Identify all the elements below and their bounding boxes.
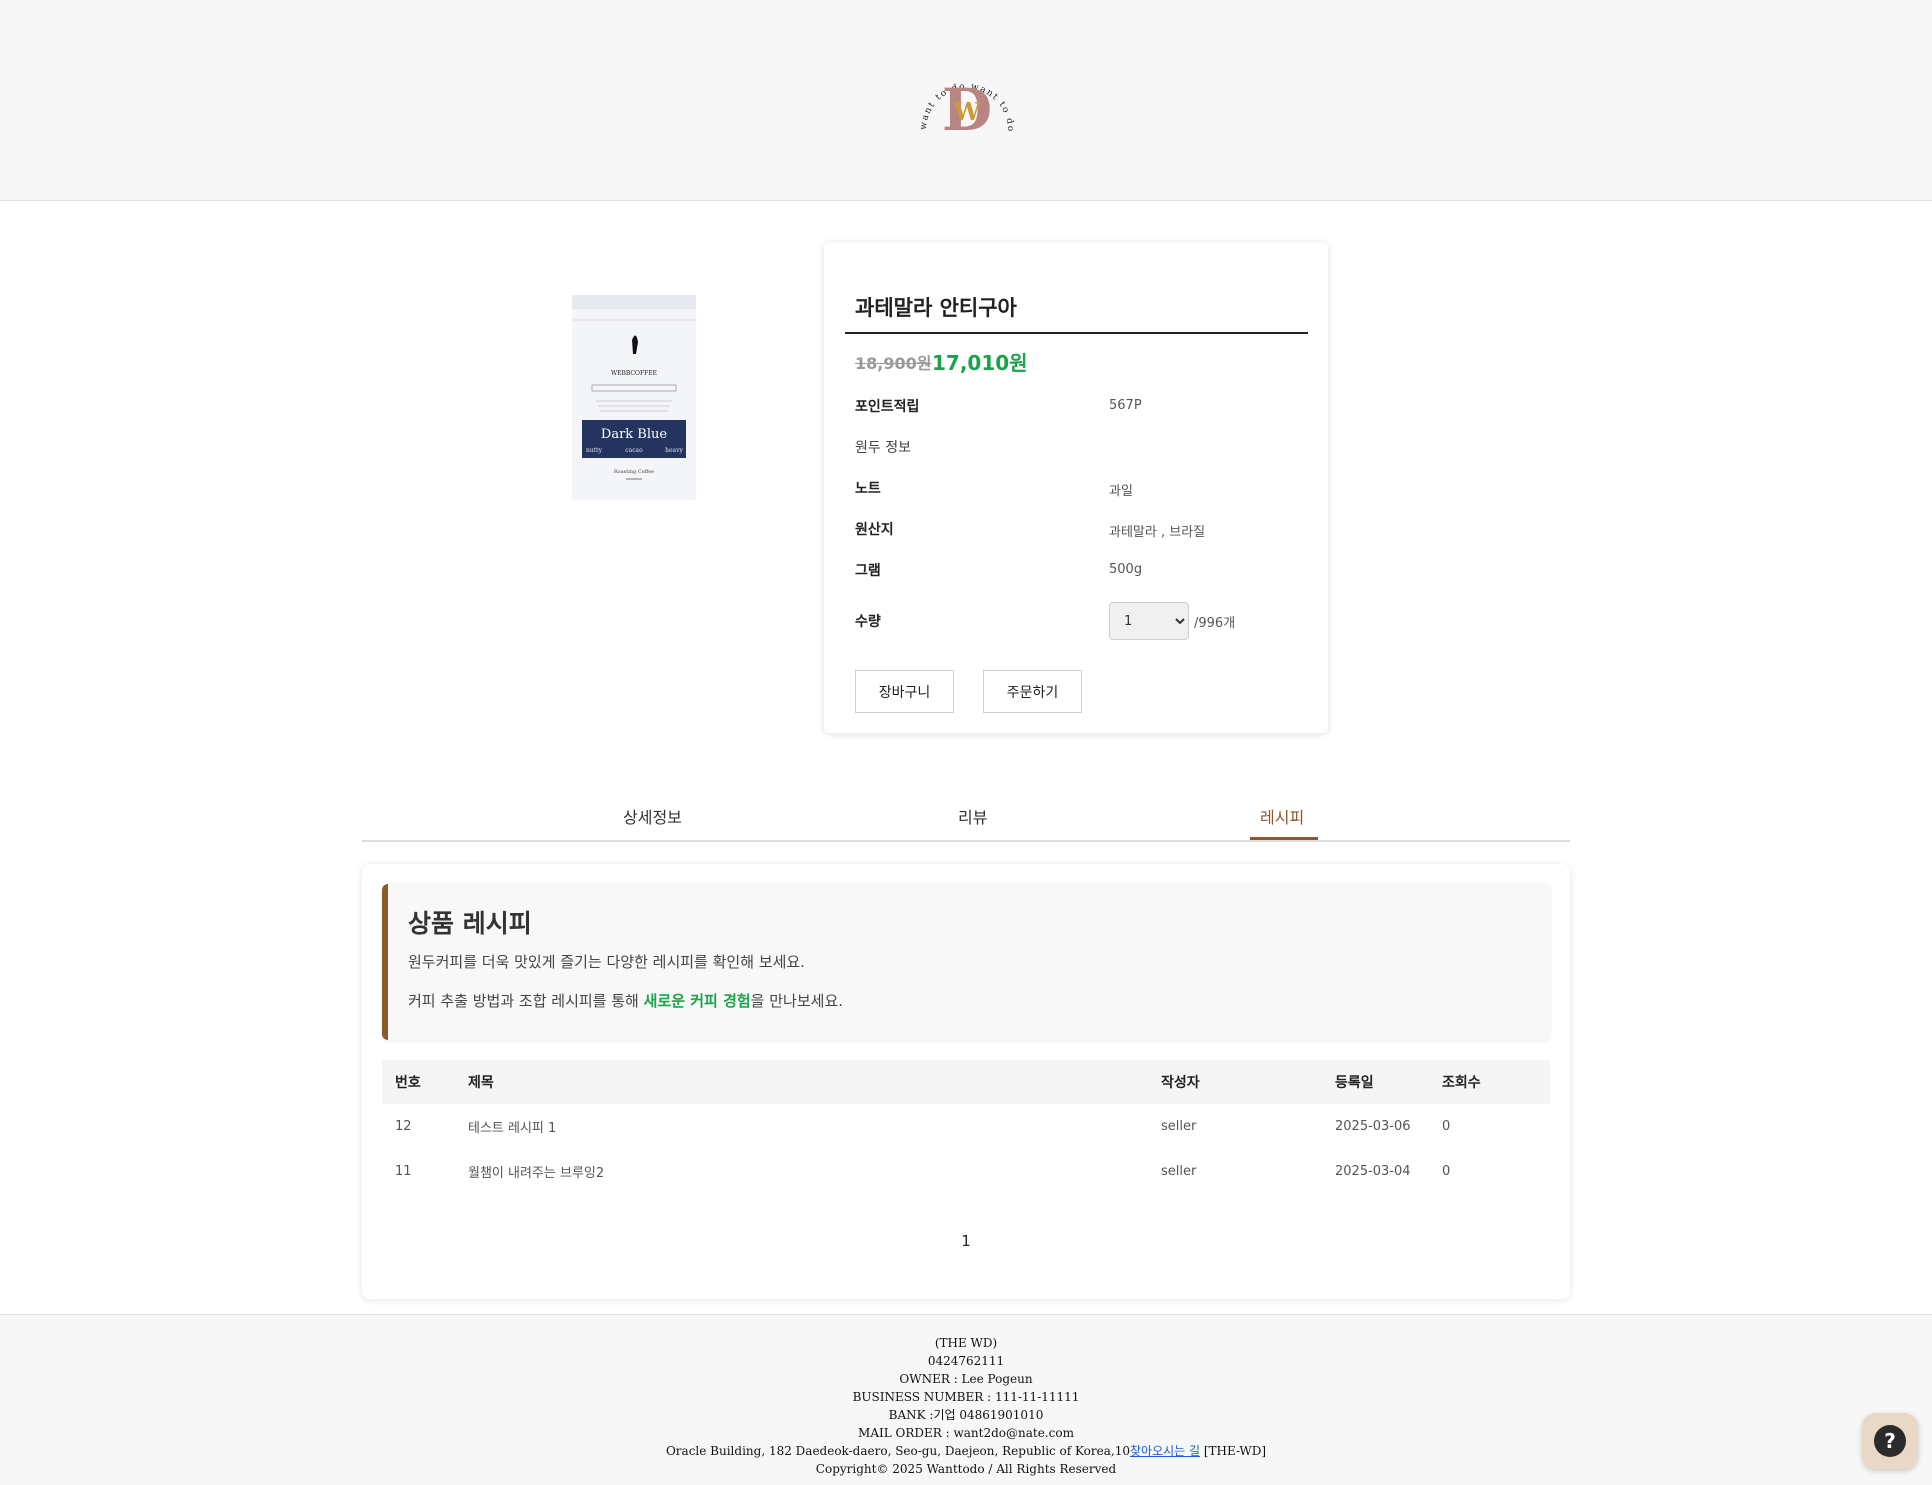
table-row[interactable]: 11 월챔이 내려주는 브루잉2 seller 2025-03-04 0 <box>382 1149 1550 1194</box>
original-price: 18,900원 <box>855 354 932 373</box>
footer-phone: 0424762111 <box>927 1354 1005 1368</box>
row-date: 2025-03-06 <box>1335 1119 1411 1134</box>
tab-reviews[interactable]: 리뷰 <box>958 804 987 828</box>
svg-text:cacao: cacao <box>625 447 643 454</box>
svg-text:?: ? <box>1884 1429 1896 1453</box>
note-value: 과일 <box>1109 484 1133 499</box>
svg-text:W: W <box>953 97 982 126</box>
table-header-row: 번호 제목 작성자 등록일 조회수 <box>382 1060 1550 1104</box>
column-writer: 작성자 <box>1161 1060 1335 1104</box>
product-tabs: 상세정보 리뷰 레시피 <box>362 790 1570 842</box>
column-number: 번호 <box>382 1060 468 1104</box>
recipe-description-2: 커피 추출 방법과 조합 레시피를 통해 새로운 커피 경험을 만나보세요. <box>408 992 844 1010</box>
sale-price: 17,010원 <box>932 351 1028 375</box>
title-divider <box>845 332 1308 334</box>
add-to-cart-button[interactable]: 장바구니 <box>855 670 954 713</box>
row-title-link[interactable]: 테스트 레시피 1 <box>468 1104 1161 1149</box>
points-value: 567P <box>1109 398 1142 413</box>
footer-owner: OWNER : Lee Pogeun <box>899 1372 1033 1386</box>
pagination: 1 <box>362 1232 1570 1250</box>
points-label: 포인트적립 <box>855 399 920 415</box>
wd-logo-icon[interactable]: want to do want to do want to do D W <box>907 41 1022 144</box>
svg-text:heavy: heavy <box>665 447 683 454</box>
highlight-text: 새로운 커피 경험 <box>643 992 751 1010</box>
product-title: 과테말라 안티구아 <box>855 296 1017 320</box>
origin-label: 원산지 <box>855 522 894 538</box>
bean-info-label: 원두 정보 <box>855 440 911 456</box>
recipe-table: 번호 제목 작성자 등록일 조회수 12 테스트 레시피 1 seller 20… <box>382 1060 1550 1194</box>
svg-text:Dark Blue: Dark Blue <box>601 427 667 442</box>
svg-text:WEBBCOFFEE: WEBBCOFFEE <box>611 370 657 377</box>
recipe-title: 상품 레시피 <box>408 909 532 938</box>
row-writer: seller <box>1161 1119 1197 1134</box>
recipe-description: 원두커피를 더욱 맛있게 즐기는 다양한 레시피를 확인해 보세요. <box>408 953 805 971</box>
row-number: 12 <box>395 1119 412 1134</box>
directions-link[interactable]: 찾아오시는 길 <box>1130 1444 1200 1458</box>
recipe-panel: 상품 레시피 원두커피를 더욱 맛있게 즐기는 다양한 레시피를 확인해 보세요… <box>362 864 1570 1299</box>
order-button[interactable]: 주문하기 <box>983 670 1082 713</box>
active-tab-indicator <box>1250 837 1318 840</box>
svg-text:Roasting Coffee: Roasting Coffee <box>614 469 654 475</box>
quantity-select[interactable]: 1 <box>1109 602 1189 640</box>
quantity-label: 수량 <box>855 614 881 630</box>
footer-address: Oracle Building, 182 Daedeok-daero, Seo-… <box>665 1444 1267 1458</box>
weight-value: 500g <box>1109 562 1143 577</box>
help-question-icon: ? <box>1874 1425 1906 1457</box>
row-views: 0 <box>1442 1164 1451 1179</box>
column-title: 제목 <box>468 1060 1161 1104</box>
site-header: want to do want to do want to do D W <box>0 0 1932 201</box>
row-number: 11 <box>395 1164 412 1179</box>
weight-label: 그램 <box>855 563 881 579</box>
product-info-card: 과테말라 안티구아 18,900원 17,010원 포인트적립 567P 원두 … <box>824 242 1328 733</box>
site-footer: (THE WD) 0424762111 OWNER : Lee Pogeun B… <box>0 1314 1932 1485</box>
footer-mail: MAIL ORDER : want2do@nate.com <box>858 1426 1074 1440</box>
column-date: 등록일 <box>1335 1060 1442 1104</box>
row-date: 2025-03-04 <box>1335 1164 1411 1179</box>
column-views: 조회수 <box>1442 1060 1550 1104</box>
footer-copyright: Copyright© 2025 Wanttodo / All Rights Re… <box>815 1462 1117 1476</box>
footer-company: (THE WD) <box>934 1336 998 1350</box>
row-views: 0 <box>1442 1119 1451 1134</box>
table-row[interactable]: 12 테스트 레시피 1 seller 2025-03-06 0 <box>382 1104 1550 1149</box>
recipe-intro: 상품 레시피 원두커피를 더욱 맛있게 즐기는 다양한 레시피를 확인해 보세요… <box>382 884 1550 1040</box>
svg-text:nutty: nutty <box>586 447 603 454</box>
origin-value: 과테말라 , 브라질 <box>1109 525 1206 540</box>
stock-count: /996개 <box>1194 616 1236 631</box>
page-link-1[interactable]: 1 <box>961 1232 971 1250</box>
note-label: 노트 <box>855 481 881 497</box>
footer-bank: BANK :기업 04861901010 <box>888 1408 1044 1422</box>
tab-details[interactable]: 상세정보 <box>623 804 682 828</box>
row-title-link[interactable]: 월챔이 내려주는 브루잉2 <box>468 1149 1161 1194</box>
help-button[interactable]: ? <box>1862 1413 1918 1469</box>
footer-business-number: BUSINESS NUMBER : 111-11-11111 <box>852 1390 1080 1404</box>
tab-recipe[interactable]: 레시피 <box>1260 804 1304 828</box>
product-image: WEBBCOFFEE Dark Blue nutty cacao heavy R… <box>570 295 698 500</box>
row-writer: seller <box>1161 1164 1197 1179</box>
